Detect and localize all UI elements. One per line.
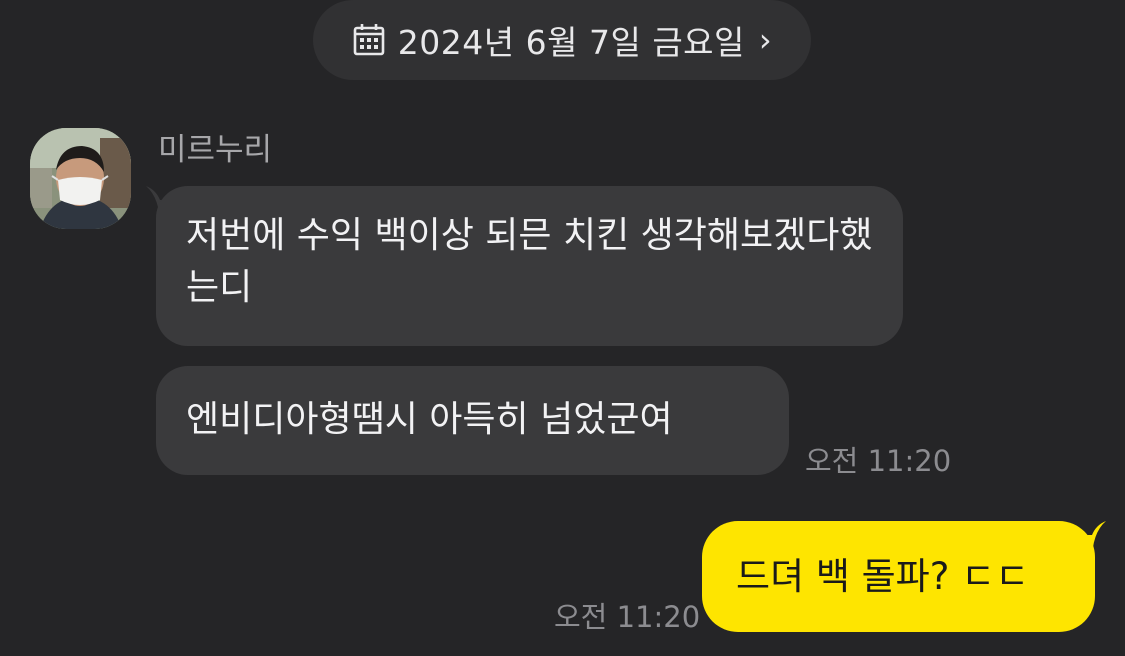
sender-name: 미르누리 xyxy=(158,132,273,168)
avatar[interactable] xyxy=(30,128,131,229)
date-header-button[interactable]: 2024년 6월 7일 금요일 › xyxy=(313,0,811,80)
message-timestamp: 오전 11:20 xyxy=(554,600,701,634)
message-bubble-incoming[interactable]: 엔비디아형땜시 아득히 넘었군여 xyxy=(156,366,789,475)
message-bubble-outgoing[interactable]: 드뎌 백 돌파? ㄷㄷ xyxy=(702,521,1095,632)
message-bubble-incoming[interactable]: 저번에 수익 백이상 되믄 치킨 생각해보겠다했는디 xyxy=(156,186,903,346)
date-text: 2024년 6월 7일 금요일 xyxy=(397,23,745,62)
chat-room: 2024년 6월 7일 금요일 › 미르누리 저번에 수익 백이상 되믄 치킨 … xyxy=(0,0,1125,656)
profile-photo xyxy=(30,128,131,229)
message-timestamp: 오전 11:20 xyxy=(805,444,952,478)
chevron-right-icon: › xyxy=(758,21,773,59)
calendar-icon xyxy=(353,24,385,56)
bubble-tail xyxy=(1070,521,1106,561)
